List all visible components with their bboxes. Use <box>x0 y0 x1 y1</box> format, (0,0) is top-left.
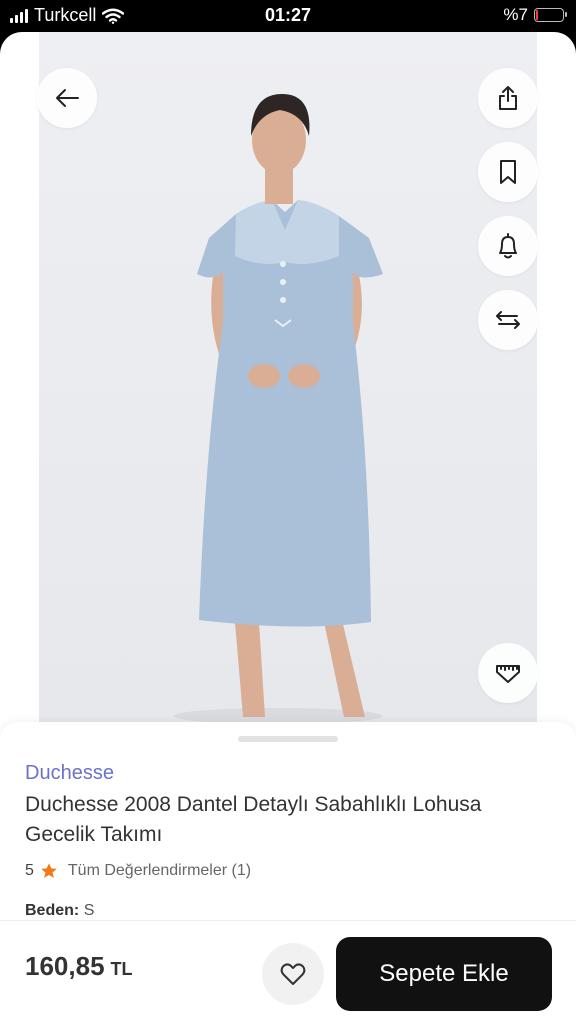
star-icon <box>41 863 57 878</box>
size-label: Beden: <box>25 902 80 919</box>
add-to-cart-button[interactable]: Sepete Ekle <box>336 937 552 1011</box>
price-value: 160,85 <box>25 951 105 981</box>
model-illustration <box>173 94 383 722</box>
share-button[interactable] <box>478 68 538 128</box>
bell-icon <box>499 233 517 259</box>
compare-arrows-icon <box>496 311 520 329</box>
heart-icon <box>280 963 306 985</box>
back-arrow-icon <box>56 89 79 107</box>
battery-percent: %7 <box>503 5 528 24</box>
bookmark-icon <box>500 160 516 184</box>
favorite-button[interactable] <box>262 943 324 1005</box>
status-right: %7 <box>503 5 567 25</box>
product-title: Duchesse 2008 Dantel Detaylı Sabahlıklı … <box>25 793 482 846</box>
compare-button[interactable] <box>478 290 538 350</box>
price: 160,85 TL <box>25 951 133 982</box>
status-time: 01:27 <box>264 5 312 25</box>
back-button[interactable] <box>37 68 97 128</box>
size-row[interactable]: Beden: S <box>25 902 94 920</box>
size-ruler-icon <box>496 665 520 683</box>
battery-icon <box>534 8 567 22</box>
sheet-grabber[interactable] <box>238 736 338 742</box>
size-value: S <box>83 902 95 919</box>
share-icon <box>499 86 517 110</box>
price-alert-button[interactable] <box>478 216 538 276</box>
bookmark-button[interactable] <box>478 142 538 202</box>
size-guide-button[interactable] <box>478 643 538 703</box>
status-bar: Turkcell 01:27 %7 <box>0 0 576 32</box>
rating-row[interactable]: 5 Tüm Değerlendirmeler (1) <box>25 862 251 880</box>
price-currency: TL <box>110 959 133 979</box>
brand-link[interactable]: Duchesse <box>25 762 114 785</box>
reviews-link[interactable]: Tüm Değerlendirmeler (1) <box>68 862 251 880</box>
product-detail-sheet: Duchesse Duchesse 2008 Dantel Detaylı Sa… <box>0 32 576 1024</box>
rating-score: 5 <box>25 862 34 879</box>
bottom-action-bar: 160,85 TL Sepete Ekle <box>0 920 576 1024</box>
product-image[interactable] <box>39 32 537 722</box>
